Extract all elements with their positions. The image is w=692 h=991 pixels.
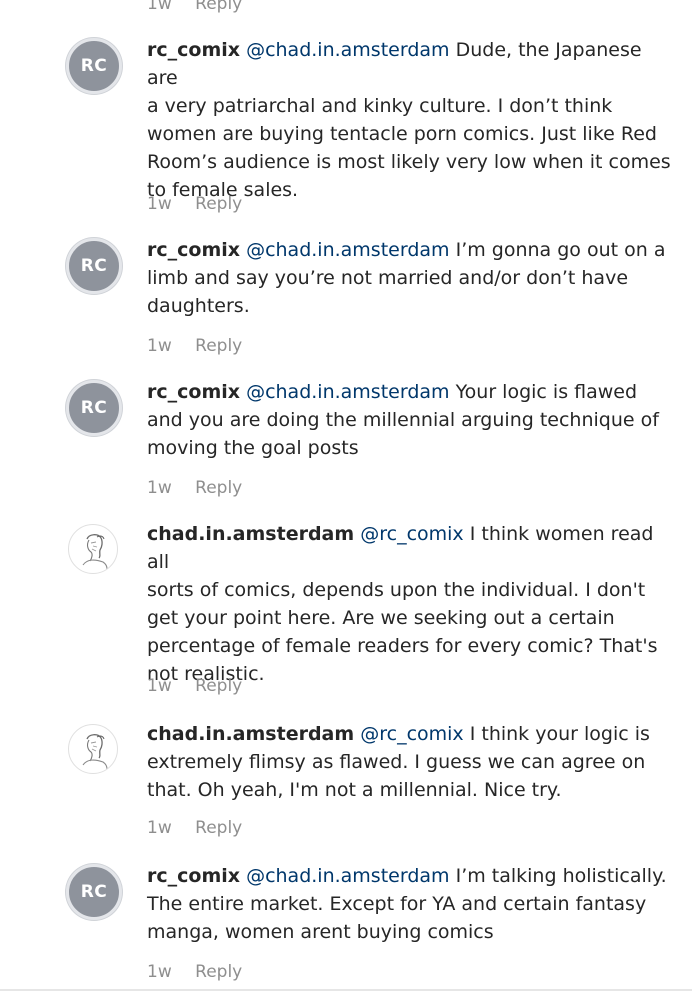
reply-button[interactable]: Reply — [195, 962, 242, 982]
comment-timestamp: 1w — [147, 478, 172, 498]
avatar[interactable] — [68, 724, 118, 774]
comment-mention[interactable]: @rc_comix — [360, 723, 463, 745]
reply-button[interactable]: Reply — [195, 336, 242, 356]
comment-text: rc_comix @chad.in.amsterdam I’m talking … — [147, 862, 677, 946]
avatar[interactable]: RC — [66, 38, 122, 94]
comment-username[interactable]: rc_comix — [147, 865, 240, 887]
comment-line: daughters. — [147, 295, 250, 317]
comment-timestamp: 1w — [147, 336, 172, 356]
comment-username[interactable]: chad.in.amsterdam — [147, 723, 354, 745]
reply-button[interactable]: Reply — [195, 194, 242, 214]
comment-line: and you are doing the millennial arguing… — [147, 409, 659, 431]
avatar[interactable]: RC — [66, 380, 122, 436]
comment-timestamp: 1w — [147, 818, 172, 838]
comment-username[interactable]: chad.in.amsterdam — [147, 523, 354, 545]
reply-button[interactable]: Reply — [195, 478, 242, 498]
comment-meta: 1w Reply — [147, 962, 242, 982]
avatar-initials: RC — [80, 398, 108, 418]
avatar[interactable]: RC — [66, 864, 122, 920]
comment-meta: 1w Reply — [147, 336, 242, 356]
reply-button[interactable]: Reply — [195, 0, 242, 14]
reply-button[interactable]: Reply — [195, 818, 242, 838]
avatar-initials: RC — [80, 56, 108, 76]
comment-line: Your logic is flawed — [449, 381, 638, 403]
comment-line: women are buying tentacle porn comics. J… — [147, 123, 657, 145]
comment-meta: 1w Reply — [147, 194, 242, 214]
comment-line: sorts of comics, depends upon the indivi… — [147, 579, 646, 601]
comment-mention[interactable]: @chad.in.amsterdam — [246, 381, 449, 403]
avatar[interactable]: RC — [66, 238, 122, 294]
comment-line: moving the goal posts — [147, 437, 359, 459]
comment-line: I think your logic is — [463, 723, 650, 745]
comment-mention[interactable]: @rc_comix — [360, 523, 463, 545]
comment-username[interactable]: rc_comix — [147, 381, 240, 403]
sketch-portrait-icon — [82, 734, 108, 770]
comment-mention[interactable]: @chad.in.amsterdam — [246, 239, 449, 261]
avatar-initials: RC — [80, 882, 108, 902]
sketch-portrait-icon — [82, 534, 108, 570]
comment-meta: 1w Reply — [147, 818, 242, 838]
comment-text: rc_comix @chad.in.amsterdam Dude, the Ja… — [147, 36, 677, 204]
comment-username[interactable]: rc_comix — [147, 39, 240, 61]
comment-timestamp: 1w — [147, 962, 172, 982]
comment-line: manga, women arent buying comics — [147, 921, 494, 943]
comment-text: chad.in.amsterdam @rc_comix I think wome… — [147, 520, 677, 688]
previous-comment-meta: 1w Reply — [147, 0, 242, 14]
comment-line: I’m talking holistically. — [449, 865, 667, 887]
reply-button[interactable]: Reply — [195, 676, 242, 696]
comment-line: extremely flimsy as flawed. I guess we c… — [147, 751, 646, 773]
comment-line: The entire market. Except for YA and cer… — [147, 893, 647, 915]
avatar-initials: RC — [80, 256, 108, 276]
comment-timestamp: 1w — [147, 194, 172, 214]
comment-username[interactable]: rc_comix — [147, 239, 240, 261]
comment-text: rc_comix @chad.in.amsterdam Your logic i… — [147, 378, 677, 462]
comment-line: percentage of female readers for every c… — [147, 635, 658, 657]
comment-mention[interactable]: @chad.in.amsterdam — [246, 865, 449, 887]
comment-timestamp: 1w — [147, 676, 172, 696]
comment-line: that. Oh yeah, I'm not a millennial. Nic… — [147, 779, 562, 801]
comment-line: Room’s audience is most likely very low … — [147, 151, 671, 173]
comment-meta: 1w Reply — [147, 676, 242, 696]
comment-text: chad.in.amsterdam @rc_comix I think your… — [147, 720, 677, 804]
avatar[interactable] — [68, 524, 118, 574]
comment-line: limb and say you’re not married and/or d… — [147, 267, 629, 289]
comment-text: rc_comix @chad.in.amsterdam I’m gonna go… — [147, 236, 677, 320]
comment-timestamp: 1w — [147, 0, 172, 14]
comment-line: a very patriarchal and kinky culture. I … — [147, 95, 613, 117]
comment-line: get your point here. Are we seeking out … — [147, 607, 615, 629]
comment-meta: 1w Reply — [147, 478, 242, 498]
comment-mention[interactable]: @chad.in.amsterdam — [246, 39, 449, 61]
comment-line: I’m gonna go out on a — [449, 239, 666, 261]
